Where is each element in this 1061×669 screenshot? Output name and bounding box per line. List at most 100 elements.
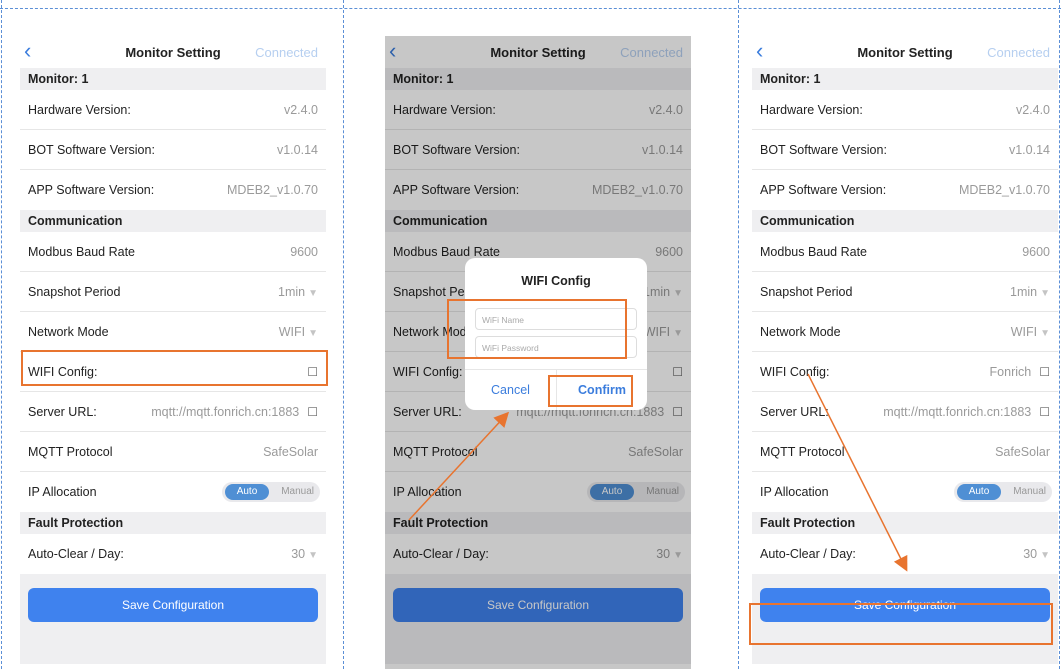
highlight-wifi-config <box>21 350 328 386</box>
row-label: MQTT Protocol <box>28 445 113 459</box>
row-baud-rate[interactable]: Modbus Baud Rate 9600 <box>20 232 326 272</box>
row-value: MDEB2_v1.0.70 <box>958 183 1050 197</box>
row-value: 9600 <box>1022 245 1050 259</box>
row-value: v2.4.0 <box>1015 103 1050 117</box>
row-label: IP Allocation <box>760 485 829 499</box>
row-label: IP Allocation <box>28 485 97 499</box>
frame-right-border <box>1059 0 1060 669</box>
toggle-auto[interactable]: Auto <box>957 484 1001 500</box>
row-value: 9600 <box>290 245 318 259</box>
frame-top-border <box>0 8 1061 9</box>
row-label: Modbus Baud Rate <box>28 245 136 259</box>
footer-area: Save Configuration <box>20 574 326 664</box>
row-value: SafeSolar <box>263 445 318 459</box>
toggle-manual[interactable]: Manual <box>281 484 314 500</box>
row-value: 1min <box>278 285 306 299</box>
ip-allocation-toggle[interactable]: Auto Manual <box>954 482 1052 502</box>
edit-icon[interactable]: ☐ <box>1039 405 1050 419</box>
row-label: Auto-Clear / Day: <box>28 547 124 561</box>
row-hardware: Hardware Version: v2.4.0 <box>20 90 326 130</box>
row-label: Server URL: <box>760 405 829 419</box>
section-communication: Communication <box>752 210 1058 232</box>
row-snapshot-period[interactable]: Snapshot Period 1min ▼ <box>20 272 326 312</box>
row-auto-clear[interactable]: Auto-Clear / Day: 30 ▼ <box>20 534 326 574</box>
row-label: Network Mode <box>28 325 109 339</box>
row-value: 30 <box>291 547 306 561</box>
row-label: Network Mode <box>760 325 841 339</box>
row-label: Snapshot Period <box>28 285 121 299</box>
nav-header: ‹ Monitor Setting Connected <box>752 36 1058 68</box>
chevron-down-icon: ▼ <box>1040 328 1050 339</box>
toggle-manual[interactable]: Manual <box>1013 484 1046 500</box>
row-value: SafeSolar <box>995 445 1050 459</box>
row-network-mode[interactable]: Network Mode WIFI ▼ <box>20 312 326 352</box>
section-monitor: Monitor: 1 <box>752 68 1058 90</box>
section-fault: Fault Protection <box>752 512 1058 534</box>
edit-icon[interactable]: ☐ <box>307 405 318 419</box>
row-label: MQTT Protocol <box>760 445 845 459</box>
row-value: v1.0.14 <box>1008 143 1050 157</box>
row-value: WIFI <box>278 325 306 339</box>
row-value: 30 <box>1023 547 1038 561</box>
row-label: Hardware Version: <box>760 103 863 117</box>
row-label: Snapshot Period <box>760 285 853 299</box>
row-value: MDEB2_v1.0.70 <box>226 183 318 197</box>
row-value: mqtt://mqtt.fonrich.cn:1883 <box>151 405 300 419</box>
highlight-wifi-inputs <box>447 299 627 359</box>
row-ip-allocation: IP Allocation Auto Manual <box>20 472 326 512</box>
row-value: v1.0.14 <box>276 143 318 157</box>
row-auto-clear[interactable]: Auto-Clear / Day: 30 ▼ <box>752 534 1058 574</box>
row-bot-software: BOT Software Version: v1.0.14 <box>752 130 1058 170</box>
row-label: Auto-Clear / Day: <box>760 547 856 561</box>
row-label: APP Software Version: <box>28 183 155 197</box>
highlight-confirm-button <box>548 375 633 407</box>
row-label: WIFI Config: <box>760 365 830 379</box>
save-configuration-button[interactable]: Save Configuration <box>28 588 318 622</box>
row-app-software: APP Software Version: MDEB2_v1.0.70 <box>752 170 1058 210</box>
chevron-down-icon: ▼ <box>1040 550 1050 561</box>
highlight-save-button <box>749 603 1053 645</box>
row-label: Hardware Version: <box>28 103 131 117</box>
row-value: 1min <box>1010 285 1038 299</box>
row-app-software: APP Software Version: MDEB2_v1.0.70 <box>20 170 326 210</box>
frame-divider-1 <box>343 0 344 669</box>
row-label: APP Software Version: <box>760 183 887 197</box>
chevron-down-icon: ▼ <box>308 288 318 299</box>
frame-left-border <box>1 0 2 669</box>
row-label: BOT Software Version: <box>760 143 887 157</box>
chevron-down-icon: ▼ <box>308 328 318 339</box>
row-server-url[interactable]: Server URL: mqtt://mqtt.fonrich.cn:1883 ☐ <box>752 392 1058 432</box>
row-label: Modbus Baud Rate <box>760 245 868 259</box>
row-value: Fonrich <box>989 365 1032 379</box>
section-communication: Communication <box>20 210 326 232</box>
frame-divider-2 <box>738 0 739 669</box>
row-server-url[interactable]: Server URL: mqtt://mqtt.fonrich.cn:1883 ☐ <box>20 392 326 432</box>
row-wifi-config[interactable]: WIFI Config: Fonrich ☐ <box>752 352 1058 392</box>
row-label: Server URL: <box>28 405 97 419</box>
row-baud-rate[interactable]: Modbus Baud Rate 9600 <box>752 232 1058 272</box>
row-label: BOT Software Version: <box>28 143 155 157</box>
row-value: mqtt://mqtt.fonrich.cn:1883 <box>883 405 1032 419</box>
dialog-title: WIFI Config <box>521 274 591 288</box>
toggle-auto[interactable]: Auto <box>225 484 269 500</box>
nav-header: ‹ Monitor Setting Connected <box>20 36 326 68</box>
section-fault: Fault Protection <box>20 512 326 534</box>
row-hardware: Hardware Version: v2.4.0 <box>752 90 1058 130</box>
row-mqtt-protocol: MQTT Protocol SafeSolar <box>20 432 326 472</box>
connection-status: Connected <box>255 45 318 60</box>
chevron-down-icon: ▼ <box>1040 288 1050 299</box>
row-network-mode[interactable]: Network Mode WIFI ▼ <box>752 312 1058 352</box>
chevron-down-icon: ▼ <box>308 550 318 561</box>
row-mqtt-protocol: MQTT Protocol SafeSolar <box>752 432 1058 472</box>
row-bot-software: BOT Software Version: v1.0.14 <box>20 130 326 170</box>
edit-icon[interactable]: ☐ <box>1039 365 1050 379</box>
cancel-button[interactable]: Cancel <box>465 370 556 410</box>
section-monitor: Monitor: 1 <box>20 68 326 90</box>
row-ip-allocation: IP Allocation Auto Manual <box>752 472 1058 512</box>
row-value: v2.4.0 <box>283 103 318 117</box>
ip-allocation-toggle[interactable]: Auto Manual <box>222 482 320 502</box>
phone-screen-after: ‹ Monitor Setting Connected Monitor: 1 H… <box>752 36 1058 669</box>
row-snapshot-period[interactable]: Snapshot Period 1min ▼ <box>752 272 1058 312</box>
connection-status: Connected <box>987 45 1050 60</box>
row-value: WIFI <box>1010 325 1038 339</box>
